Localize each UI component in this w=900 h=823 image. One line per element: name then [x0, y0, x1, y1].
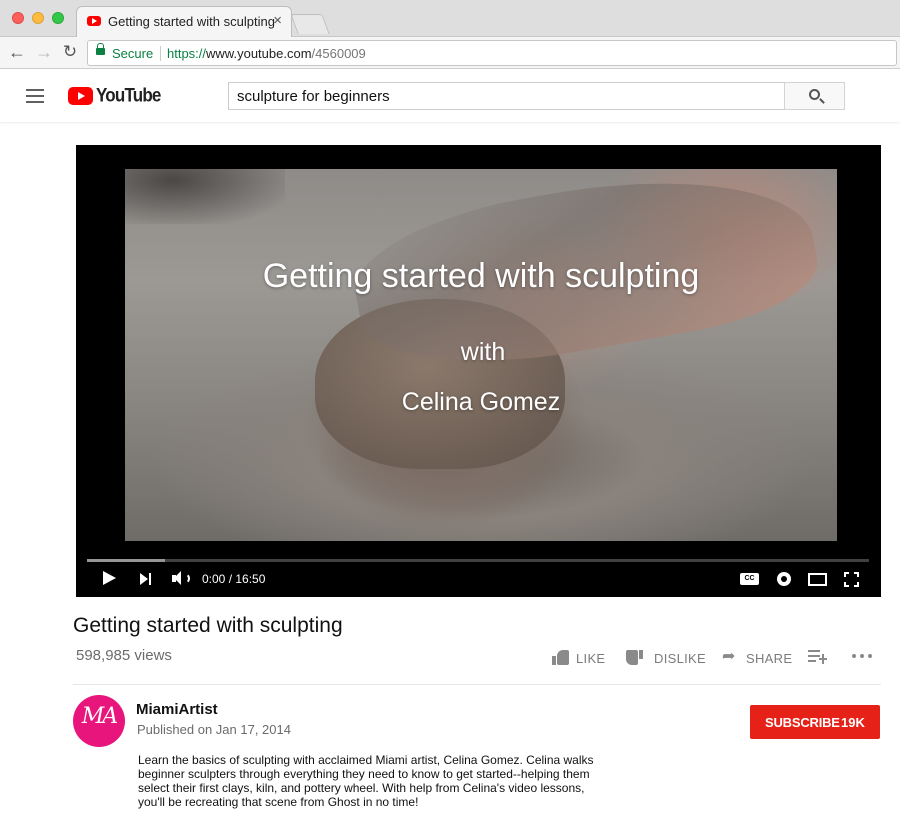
- description-line: beginner sculpters through everything th…: [138, 767, 590, 781]
- volume-icon[interactable]: [172, 571, 190, 591]
- search-field[interactable]: [228, 82, 785, 110]
- description-line: Learn the basics of sculpting with accla…: [138, 753, 594, 767]
- browser-toolbar: ← → ↻ Secure https://www.youtube.com/456…: [0, 37, 900, 69]
- url-text[interactable]: https://www.youtube.com/4560009: [167, 46, 366, 61]
- video-description: Learn the basics of sculpting with accla…: [138, 753, 618, 809]
- video-overlay-presenter: Celina Gomez: [401, 388, 561, 416]
- youtube-play-logo-icon: [68, 87, 93, 105]
- subscribe-label: SUBSCRIBE: [765, 715, 840, 730]
- secure-label: Secure: [112, 46, 154, 61]
- site-header: YouTube: [0, 70, 900, 122]
- next-video-icon[interactable]: [140, 573, 154, 593]
- video-overlay-with: with: [460, 338, 506, 366]
- subscriber-count: 19K: [841, 715, 865, 730]
- address-divider: [160, 46, 161, 61]
- settings-gear-icon[interactable]: [777, 572, 791, 586]
- section-divider: [73, 684, 881, 685]
- lock-icon: [96, 43, 105, 55]
- share-label: SHARE: [746, 651, 793, 666]
- progress-bar[interactable]: [87, 559, 869, 562]
- minimize-window-button[interactable]: [32, 12, 44, 24]
- youtube-favicon-icon: [87, 16, 101, 26]
- like-button[interactable]: LIKE: [552, 648, 612, 668]
- more-options-icon[interactable]: [852, 654, 872, 659]
- dislike-label: DISLIKE: [654, 651, 706, 666]
- subscribe-button[interactable]: SUBSCRIBE 19K: [750, 705, 880, 739]
- new-tab-button[interactable]: [290, 14, 330, 34]
- description-line: you'll be recreating that scene from Gho…: [138, 795, 419, 809]
- logo-text: YouTube: [96, 84, 161, 107]
- share-button[interactable]: ➦ SHARE: [722, 648, 792, 668]
- url-protocol: https://: [167, 46, 207, 61]
- time-readout: 0:00 / 16:50: [202, 572, 266, 586]
- back-arrow-icon[interactable]: ←: [6, 41, 28, 63]
- video-frame[interactable]: Getting started with sculpting with Celi…: [125, 169, 837, 541]
- publish-date: Published on Jan 17, 2014: [137, 722, 291, 737]
- search-icon: [809, 89, 820, 100]
- description-line: select their first clays, kiln, and pott…: [138, 781, 585, 795]
- progress-buffered: [87, 559, 166, 562]
- tab-title: Getting started with sculpting: [108, 14, 275, 29]
- thumbs-down-icon: [626, 650, 643, 665]
- search-button[interactable]: [784, 82, 845, 110]
- share-arrow-icon: ➦: [722, 648, 736, 665]
- theater-mode-icon[interactable]: [808, 573, 827, 586]
- closed-captions-icon[interactable]: CC: [740, 573, 759, 585]
- add-to-playlist-icon[interactable]: [808, 648, 827, 664]
- video-title: Getting started with sculpting: [73, 614, 343, 637]
- close-window-button[interactable]: [12, 12, 24, 24]
- search-input[interactable]: [229, 83, 785, 109]
- thumbs-up-icon: [552, 650, 569, 665]
- channel-name[interactable]: MiamiArtist: [136, 701, 218, 718]
- avatar-monogram: MA: [81, 704, 118, 729]
- view-count: 598,985 views: [76, 647, 172, 664]
- channel-avatar[interactable]: MA: [73, 695, 125, 747]
- like-label: LIKE: [576, 651, 606, 666]
- tab-close-icon[interactable]: ×: [273, 13, 282, 28]
- browser-tab[interactable]: Getting started with sculpting ×: [76, 6, 292, 38]
- video-player[interactable]: Getting started with sculpting with Celi…: [76, 145, 881, 597]
- address-bar[interactable]: Secure https://www.youtube.com/4560009: [87, 40, 897, 66]
- reload-icon[interactable]: ↻: [59, 41, 81, 63]
- play-icon[interactable]: [103, 571, 117, 591]
- dislike-button[interactable]: DISLIKE: [626, 648, 706, 668]
- forward-arrow-icon[interactable]: →: [33, 41, 55, 63]
- url-host: www.youtube.com: [206, 46, 312, 61]
- url-path: /4560009: [311, 46, 366, 61]
- video-overlay-title: Getting started with sculpting: [262, 257, 700, 295]
- maximize-window-button[interactable]: [52, 12, 64, 24]
- fullscreen-icon[interactable]: [844, 572, 859, 587]
- browser-titlebar: Getting started with sculpting ×: [0, 0, 900, 38]
- hamburger-menu-icon[interactable]: [26, 89, 44, 103]
